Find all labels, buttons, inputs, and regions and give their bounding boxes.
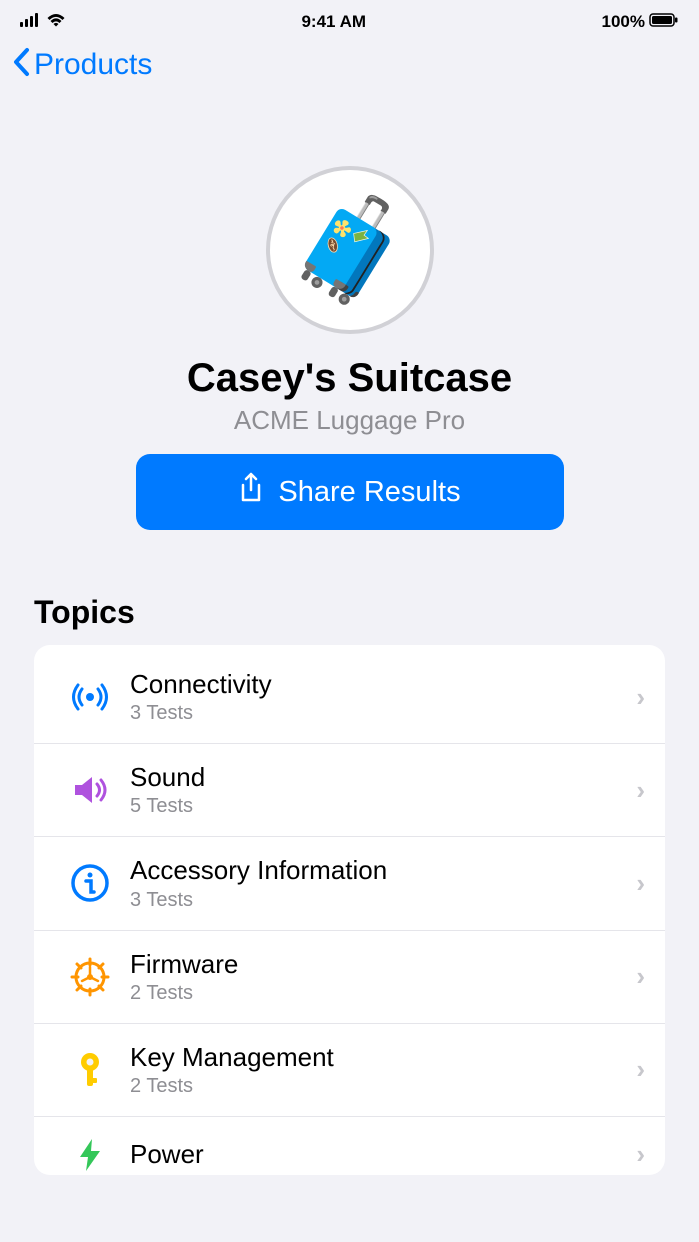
info-icon [62, 863, 118, 903]
back-label: Products [34, 48, 152, 82]
row-subtitle: 3 Tests [130, 889, 636, 912]
chevron-right-icon: › [636, 775, 645, 806]
row-subtitle: 5 Tests [130, 795, 636, 818]
chevron-right-icon: › [636, 1139, 645, 1170]
battery-label: 100% [602, 12, 645, 32]
battery-icon [649, 12, 679, 32]
row-subtitle: 2 Tests [130, 1075, 636, 1098]
status-time: 9:41 AM [301, 12, 366, 32]
key-icon [62, 1050, 118, 1090]
row-text: Firmware 2 Tests [118, 949, 636, 1005]
wifi-icon [46, 12, 66, 32]
back-button[interactable]: Products [12, 46, 152, 84]
chevron-right-icon: › [636, 961, 645, 992]
status-bar: 9:41 AM 100% [0, 0, 699, 40]
gear-icon [62, 957, 118, 997]
share-results-button[interactable]: Share Results [136, 454, 564, 530]
share-icon [238, 472, 264, 512]
cellular-icon [20, 12, 40, 32]
status-right: 100% [602, 12, 679, 32]
row-text: Accessory Information 3 Tests [118, 855, 636, 911]
topic-row-power[interactable]: Power › [34, 1117, 665, 1175]
row-title: Power [130, 1139, 636, 1170]
topics-title: Topics [0, 570, 699, 645]
row-text: Connectivity 3 Tests [118, 669, 636, 725]
topic-row-sound[interactable]: Sound 5 Tests › [34, 744, 665, 837]
row-text: Power [118, 1139, 636, 1170]
row-subtitle: 3 Tests [130, 702, 636, 725]
row-subtitle: 2 Tests [130, 982, 636, 1005]
device-model: ACME Luggage Pro [234, 405, 465, 436]
row-title: Firmware [130, 949, 636, 980]
topic-row-accessory-information[interactable]: Accessory Information 3 Tests › [34, 837, 665, 930]
speaker-icon [62, 770, 118, 810]
device-avatar: 🧳 [266, 166, 434, 334]
chevron-right-icon: › [636, 682, 645, 713]
chevron-right-icon: › [636, 868, 645, 899]
header-section: 🧳 Casey's Suitcase ACME Luggage Pro Shar… [0, 96, 699, 570]
row-text: Key Management 2 Tests [118, 1042, 636, 1098]
topic-row-firmware[interactable]: Firmware 2 Tests › [34, 931, 665, 1024]
topic-row-connectivity[interactable]: Connectivity 3 Tests › [34, 645, 665, 744]
power-icon [62, 1135, 118, 1175]
chevron-right-icon: › [636, 1054, 645, 1085]
row-title: Key Management [130, 1042, 636, 1073]
topics-list: Connectivity 3 Tests › Sound 5 Tests › A… [34, 645, 665, 1175]
nav-bar: Products [0, 40, 699, 96]
row-title: Accessory Information [130, 855, 636, 886]
topic-row-key-management[interactable]: Key Management 2 Tests › [34, 1024, 665, 1117]
chevron-left-icon [12, 46, 32, 84]
status-left [20, 12, 66, 32]
row-title: Connectivity [130, 669, 636, 700]
row-text: Sound 5 Tests [118, 762, 636, 818]
share-label: Share Results [278, 476, 460, 509]
row-title: Sound [130, 762, 636, 793]
device-name: Casey's Suitcase [187, 356, 512, 401]
signal-icon [62, 677, 118, 717]
suitcase-icon: 🧳 [287, 192, 412, 309]
